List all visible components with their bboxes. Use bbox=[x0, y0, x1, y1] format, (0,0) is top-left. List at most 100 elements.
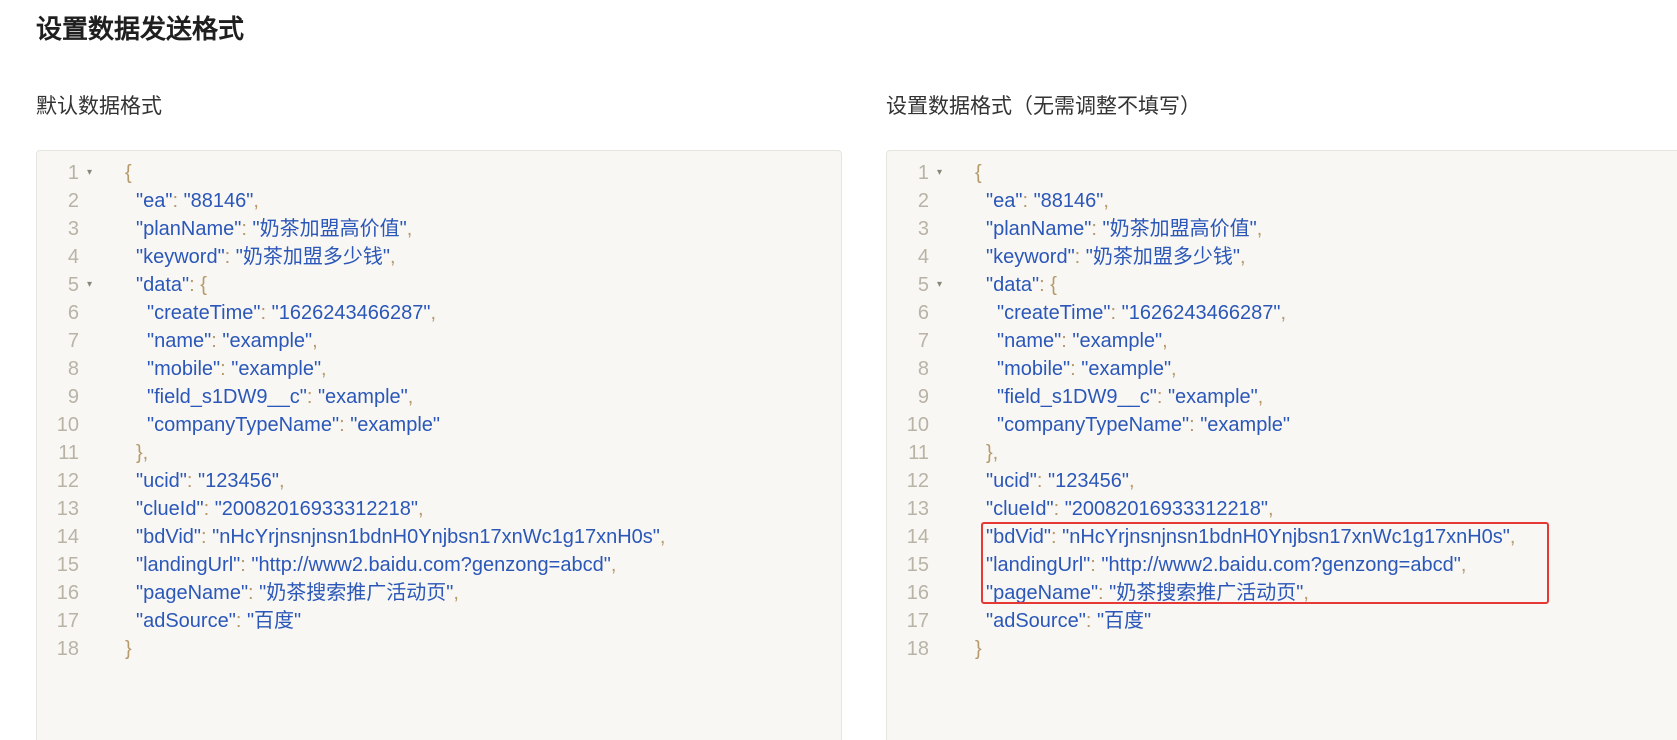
fold-toggle-icon[interactable]: ▾ bbox=[937, 271, 942, 299]
default-code-line[interactable]: 3 "planName": "奶茶加盟高价值", bbox=[37, 215, 841, 243]
default-code-line[interactable]: 8 "mobile": "example", bbox=[37, 355, 841, 383]
default-code-line[interactable]: 14 "bdVid": "nHcYrjnsnjnsn1bdnH0Ynjbsn17x… bbox=[37, 523, 841, 551]
code-content: "adSource": "百度" bbox=[986, 607, 1151, 635]
json-value: "123456" bbox=[1048, 470, 1129, 492]
default-code-line[interactable]: 11}, bbox=[37, 439, 841, 467]
json-key: "ea" bbox=[986, 190, 1023, 212]
code-content: } bbox=[125, 635, 132, 663]
custom-code-line[interactable]: 9 "field_s1DW9__c": "example", bbox=[887, 383, 1677, 411]
custom-code-line[interactable]: 7 "name": "example", bbox=[887, 327, 1677, 355]
code-content: "pageName": "奶茶搜索推广活动页", bbox=[986, 579, 1309, 607]
custom-code-line[interactable]: 13 "clueId": "20082016933312218", bbox=[887, 495, 1677, 523]
default-code-line[interactable]: 17 "adSource": "百度" bbox=[37, 607, 841, 635]
custom-code-line[interactable]: 8 "mobile": "example", bbox=[887, 355, 1677, 383]
json-colon: : bbox=[306, 386, 318, 408]
code-content: "adSource": "百度" bbox=[136, 607, 301, 635]
json-key: "pageName" bbox=[136, 582, 249, 604]
json-colon: : bbox=[201, 526, 213, 548]
custom-code-line[interactable]: 4 "keyword": "奶茶加盟多少钱", bbox=[887, 243, 1677, 271]
line-number: 6 bbox=[67, 302, 79, 324]
json-brace: }, bbox=[986, 442, 999, 464]
json-value: "奶茶加盟多少钱" bbox=[1085, 246, 1240, 268]
json-comma: , bbox=[659, 526, 666, 548]
code-content: "companyTypeName": "example" bbox=[147, 411, 440, 439]
code-content: "data": { bbox=[136, 271, 207, 299]
json-colon: : bbox=[1039, 274, 1051, 296]
json-colon: : bbox=[1036, 470, 1049, 492]
json-colon: : bbox=[1156, 386, 1168, 408]
default-code-line[interactable]: 4 "keyword": "奶茶加盟多少钱", bbox=[37, 243, 841, 271]
json-colon: : bbox=[240, 554, 252, 576]
default-code-line[interactable]: 12 "ucid": "123456", bbox=[37, 467, 841, 495]
json-comma: , bbox=[1171, 358, 1177, 380]
line-number: 10 bbox=[906, 414, 929, 436]
default-code-line[interactable]: 18} bbox=[37, 635, 841, 663]
custom-code-line[interactable]: 6 "createTime": "1626243466287", bbox=[887, 299, 1677, 327]
json-key: "mobile" bbox=[147, 358, 221, 380]
json-value: "奶茶加盟高价值" bbox=[252, 218, 407, 240]
json-comma: , bbox=[1460, 554, 1467, 576]
json-value: "example" bbox=[1200, 414, 1290, 436]
line-number: 2 bbox=[917, 190, 929, 212]
json-brace: } bbox=[125, 638, 132, 660]
json-key: "field_s1DW9__c" bbox=[997, 386, 1157, 408]
page-title: 设置数据发送格式 bbox=[36, 15, 245, 45]
default-code-lines: 1 ▾ {2 "ea": "88146", 3 "planName": "奶茶加盟高价值"… bbox=[37, 159, 841, 663]
default-code-line[interactable]: 2 "ea": "88146", bbox=[37, 187, 841, 215]
custom-code-line[interactable]: 15 "landingUrl": "http://www2.baidu.com?g… bbox=[887, 551, 1677, 579]
custom-code-line[interactable]: 12 "ucid": "123456", bbox=[887, 467, 1677, 495]
json-value: "example" bbox=[222, 330, 313, 352]
default-code-line[interactable]: 16 "pageName": "奶茶搜索推广活动页", bbox=[37, 579, 841, 607]
json-colon: : bbox=[1022, 190, 1034, 212]
line-number: 15 bbox=[56, 554, 79, 576]
code-content: "bdVid": "nHcYrjnsnjnsn1bdnH0Ynjbsn17xnW… bbox=[986, 523, 1515, 551]
line-number: 10 bbox=[56, 414, 79, 436]
custom-code-line[interactable]: 14 "bdVid": "nHcYrjnsnjnsn1bdnH0Ynjbsn17x… bbox=[887, 523, 1677, 551]
json-comma: , bbox=[1509, 526, 1516, 548]
code-content: "name": "example", bbox=[147, 327, 318, 355]
line-number: 2 bbox=[67, 190, 79, 212]
json-colon: : bbox=[241, 218, 253, 240]
default-code-line[interactable]: 13 "clueId": "20082016933312218", bbox=[37, 495, 841, 523]
fold-toggle-icon[interactable]: ▾ bbox=[87, 271, 92, 299]
json-comma: , bbox=[407, 386, 414, 408]
default-code-line[interactable]: 9 "field_s1DW9__c": "example", bbox=[37, 383, 841, 411]
json-colon: : bbox=[1091, 218, 1103, 240]
default-code-line[interactable]: 1 ▾ { bbox=[37, 159, 841, 187]
json-brace: { bbox=[200, 274, 207, 296]
custom-code-line[interactable]: 16 "pageName": "奶茶搜索推广活动页", bbox=[887, 579, 1677, 607]
json-colon: : bbox=[220, 358, 232, 380]
custom-code-line[interactable]: 2 "ea": "88146", bbox=[887, 187, 1677, 215]
custom-code-line[interactable]: 17 "adSource": "百度" bbox=[887, 607, 1677, 635]
default-code-line[interactable]: 10 "companyTypeName": "example" bbox=[37, 411, 841, 439]
json-comma: , bbox=[321, 358, 327, 380]
custom-code-line[interactable]: 11}, bbox=[887, 439, 1677, 467]
line-number: 3 bbox=[67, 218, 79, 240]
default-code-line[interactable]: 6 "createTime": "1626243466287", bbox=[37, 299, 841, 327]
custom-code-line[interactable]: 10 "companyTypeName": "example" bbox=[887, 411, 1677, 439]
code-content: "landingUrl": "http://www2.baidu.com?gen… bbox=[986, 551, 1466, 579]
fold-toggle-icon[interactable]: ▾ bbox=[87, 159, 92, 187]
json-key: "data" bbox=[136, 274, 190, 296]
line-number: 5 bbox=[917, 274, 929, 296]
json-comma: , bbox=[1280, 302, 1286, 324]
custom-code-line[interactable]: 5 ▾ "data": { bbox=[887, 271, 1677, 299]
default-code-line[interactable]: 7 "name": "example", bbox=[37, 327, 841, 355]
fold-toggle-icon[interactable]: ▾ bbox=[937, 159, 942, 187]
custom-code-line[interactable]: 3 "planName": "奶茶加盟高价值", bbox=[887, 215, 1677, 243]
custom-format-editor[interactable]: 1 ▾ {2 "ea": "88146", 3 "planName": "奶茶加盟高价值"… bbox=[886, 150, 1677, 740]
custom-code-line[interactable]: 18} bbox=[887, 635, 1677, 663]
default-code-line[interactable]: 15 "landingUrl": "http://www2.baidu.com?g… bbox=[37, 551, 841, 579]
code-content: "name": "example", bbox=[997, 327, 1168, 355]
line-number: 7 bbox=[917, 330, 929, 352]
custom-code-line[interactable]: 1 ▾ { bbox=[887, 159, 1677, 187]
line-number: 16 bbox=[906, 582, 929, 604]
code-content: "clueId": "20082016933312218", bbox=[136, 495, 424, 523]
default-code-line[interactable]: 5 ▾ "data": { bbox=[37, 271, 841, 299]
json-colon: : bbox=[1189, 414, 1201, 436]
line-number: 11 bbox=[908, 442, 929, 464]
page: 设置数据发送格式 默认数据格式 设置数据格式（无需调整不填写） 1 ▾ {2 "ea"… bbox=[0, 0, 1677, 740]
json-comma: , bbox=[406, 218, 413, 240]
default-format-editor[interactable]: 1 ▾ {2 "ea": "88146", 3 "planName": "奶茶加盟高价值"… bbox=[36, 150, 842, 740]
line-number: 13 bbox=[56, 498, 79, 520]
